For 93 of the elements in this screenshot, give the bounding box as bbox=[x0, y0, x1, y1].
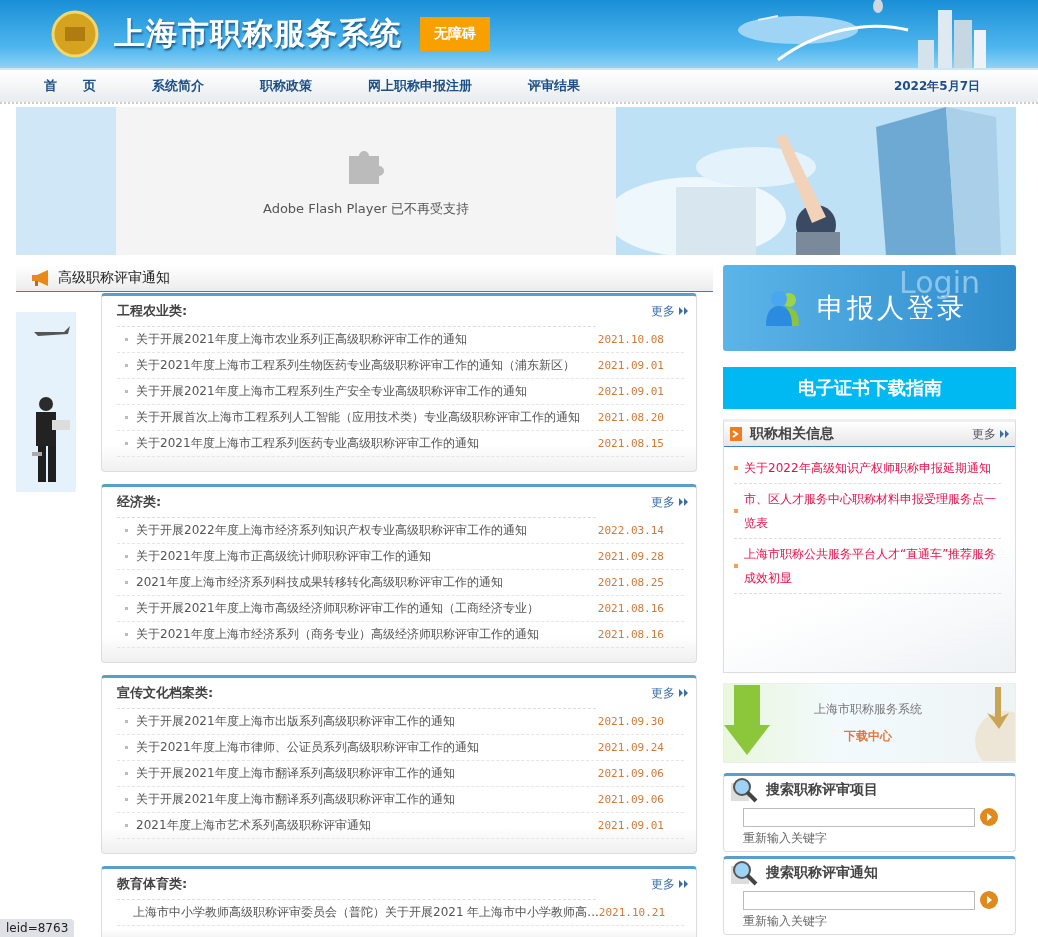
info-link[interactable]: 市、区人才服务中心职称材料申报受理服务点一览表 bbox=[744, 487, 1001, 535]
bullet-icon bbox=[734, 466, 738, 470]
notice-link[interactable]: 关于2021年度上海市经济系列（商务专业）高级经济师职称评审工作的通知 bbox=[136, 626, 598, 643]
notice-date: 2021.09.06 bbox=[597, 793, 664, 806]
bullet-icon bbox=[734, 509, 738, 513]
download-center-banner[interactable]: 上海市职称服务系统 下载中心 bbox=[723, 683, 1016, 763]
notice-link[interactable]: 2021年度上海市艺术系列高级职称评审通知 bbox=[136, 817, 598, 834]
notice-date: 2021.09.28 bbox=[597, 550, 664, 563]
category-title: 经济类: bbox=[117, 493, 162, 511]
category-title: 工程农业类: bbox=[117, 302, 188, 320]
nav-link[interactable]: 系统简介 bbox=[152, 77, 204, 95]
reset-hint: 重新输入关键字 bbox=[742, 830, 828, 847]
bullet-icon bbox=[125, 338, 128, 341]
notice-date: 2021.09.24 bbox=[597, 741, 664, 754]
double-chevron-icon bbox=[679, 689, 688, 697]
section-title: 高级职称评审通知 bbox=[58, 269, 170, 287]
bullet-icon bbox=[125, 720, 128, 723]
nav-link[interactable]: 网上职称申报注册 bbox=[368, 77, 472, 95]
notice-link[interactable]: 关于开展2021年度上海市出版系列高级职称评审工作的通知 bbox=[136, 713, 598, 730]
notice-date: 2021.08.25 bbox=[597, 576, 664, 589]
magnifier-icon bbox=[730, 777, 758, 803]
search-field[interactable] bbox=[743, 890, 975, 910]
notice-link[interactable]: 关于开展2021年度上海市工程系列生产安全专业高级职称评审工作的通知 bbox=[136, 383, 598, 400]
nav-link[interactable]: 评审结果 bbox=[528, 77, 580, 95]
bullet-icon bbox=[125, 529, 128, 532]
nav-link[interactable]: 首 页 bbox=[44, 77, 96, 95]
notice-date: 2021.08.15 bbox=[597, 437, 664, 450]
bullet-icon bbox=[125, 364, 128, 367]
notice-date: 2021.09.01 bbox=[597, 819, 664, 832]
notice-link[interactable]: 关于2021年度上海市正高级统计师职称评审工作的通知 bbox=[136, 548, 598, 565]
notice-link[interactable]: 2021年度上海市经济系列科技成果转移转化高级职称评审工作的通知 bbox=[136, 574, 598, 591]
bullet-icon bbox=[125, 772, 128, 775]
bullet-icon bbox=[125, 416, 128, 419]
double-chevron-icon bbox=[679, 307, 688, 315]
notice-link[interactable]: 关于2021年度上海市工程系列医药专业高级职称评审工作的通知 bbox=[136, 435, 598, 452]
notice-link[interactable]: 关于2021年度上海市工程系列生物医药专业高级职称评审工作的通知（浦东新区） bbox=[136, 357, 598, 374]
bullet-icon bbox=[734, 564, 738, 568]
notice-date: 2021.08.20 bbox=[597, 411, 664, 424]
notice-link[interactable]: 关于开展首次上海市工程系列人工智能（应用技术类）专业高级职称评审工作的通知 bbox=[136, 409, 598, 426]
go-icon[interactable] bbox=[979, 890, 999, 910]
panel-title: 职称相关信息 bbox=[750, 425, 834, 443]
bullet-icon bbox=[125, 633, 128, 636]
bullet-icon bbox=[125, 798, 128, 801]
bullet-icon bbox=[125, 746, 128, 749]
current-date: 2022年5月7日 bbox=[893, 77, 980, 95]
status-bar: leid=8763 bbox=[0, 919, 75, 937]
double-chevron-icon bbox=[679, 880, 688, 888]
info-link[interactable]: 关于2022年高级知识产权师职称申报延期通知 bbox=[744, 456, 991, 480]
site-title: 上海市职称服务系统 bbox=[114, 14, 402, 53]
notice-link[interactable]: 关于开展2021年度上海市翻译系列高级职称评审工作的通知 bbox=[136, 791, 598, 808]
bullet-icon bbox=[125, 442, 128, 445]
panel-title: 搜索职称评审通知 bbox=[766, 864, 878, 882]
notice-link[interactable]: 关于开展2021年度上海市翻译系列高级职称评审工作的通知 bbox=[136, 765, 598, 782]
notice-date: 2021.08.16 bbox=[597, 602, 664, 615]
bullet-icon bbox=[125, 390, 128, 393]
info-link[interactable]: 上海市职称公共服务平台人才“直通车”推荐服务成效初显 bbox=[744, 542, 1001, 590]
bullet-icon bbox=[125, 555, 128, 558]
more-link[interactable]: 更多 bbox=[651, 875, 675, 893]
arrow-icon bbox=[730, 427, 742, 441]
notice-date: 2021.09.01 bbox=[597, 385, 664, 398]
bullet-icon bbox=[125, 824, 128, 827]
nav-link[interactable]: 职称政策 bbox=[260, 77, 312, 95]
notice-link[interactable]: 关于2021年度上海市律师、公证员系列高级职称评审工作的通知 bbox=[136, 739, 598, 756]
more-link[interactable]: 更多 bbox=[651, 684, 675, 702]
emblem-logo bbox=[50, 9, 100, 59]
banner-title: 下载中心 bbox=[843, 728, 892, 745]
more-link[interactable]: 更多 bbox=[651, 302, 675, 320]
bullet-icon bbox=[125, 607, 128, 610]
notice-date: 2021.08.16 bbox=[597, 628, 664, 641]
search-field[interactable] bbox=[743, 807, 975, 827]
notice-date: 2021.10.21 bbox=[598, 906, 666, 919]
notice-date: 2021.09.01 bbox=[597, 359, 664, 372]
more-link[interactable]: 更多 bbox=[972, 425, 996, 443]
notice-link[interactable]: 上海市中小学教师高级职称评审委员会（普陀）关于开展2021 年上海市中小学教师高... bbox=[133, 904, 599, 921]
double-chevron-icon bbox=[679, 498, 688, 506]
panel-title: 搜索职称评审项目 bbox=[766, 781, 878, 799]
category-title: 宣传文化档案类: bbox=[117, 684, 214, 702]
bullet-icon bbox=[125, 581, 128, 584]
notice-date: 2021.10.08 bbox=[597, 333, 664, 346]
notice-link[interactable]: 关于开展2021年度上海市高级经济师职称评审工作的通知（工商经济专业） bbox=[136, 600, 598, 617]
notice-link[interactable]: 关于开展2021年度上海市农业系列正高级职称评审工作的通知 bbox=[136, 331, 598, 348]
go-icon[interactable] bbox=[979, 807, 999, 827]
double-chevron-icon bbox=[1000, 430, 1009, 438]
more-link[interactable]: 更多 bbox=[651, 493, 675, 511]
category-title: 教育体育类: bbox=[117, 875, 188, 893]
notice-date: 2022.03.14 bbox=[597, 524, 664, 537]
notice-date: 2021.09.30 bbox=[597, 715, 664, 728]
magnifier-icon bbox=[730, 860, 758, 886]
notice-link[interactable]: 关于开展2022年度上海市经济系列知识产权专业高级职称评审工作的通知 bbox=[136, 522, 598, 539]
flash-message: Adobe Flash Player 已不再受支持 bbox=[262, 200, 469, 218]
notice-date: 2021.09.06 bbox=[597, 767, 664, 780]
reset-hint: 重新输入关键字 bbox=[742, 913, 828, 930]
banner-subtitle: 上海市职称服务系统 bbox=[813, 701, 922, 718]
